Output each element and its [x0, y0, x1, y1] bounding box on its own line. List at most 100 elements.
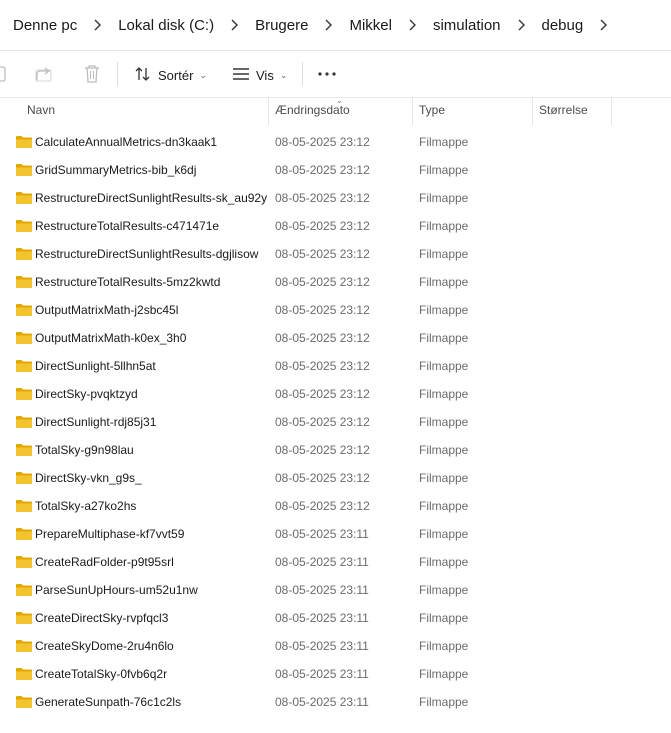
view-icon: [232, 67, 250, 84]
chevron-right-icon[interactable]: [591, 19, 616, 31]
folder-icon: [15, 331, 33, 345]
file-type: Filmappe: [419, 415, 469, 429]
view-button[interactable]: Vis ⌄: [232, 61, 287, 89]
column-divider[interactable]: [532, 97, 533, 125]
file-row[interactable]: RestructureDirectSunlightResults-dgjliso…: [0, 240, 671, 268]
column-header-name[interactable]: Navn: [27, 103, 55, 117]
file-date: 08-05-2025 23:12: [275, 499, 370, 513]
sort-button[interactable]: Sortér ⌄: [134, 61, 207, 89]
file-date: 08-05-2025 23:11: [275, 667, 369, 681]
file-type: Filmappe: [419, 639, 469, 653]
file-type: Filmappe: [419, 611, 469, 625]
file-type: Filmappe: [419, 471, 469, 485]
file-row[interactable]: TotalSky-g9n98lau 08-05-2025 23:12 Filmapp…: [0, 436, 671, 464]
toolbar-divider: [302, 62, 303, 86]
file-row[interactable]: CreateSkyDome-2ru4n6lo 08-05-2025 23:11 Fi…: [0, 632, 671, 660]
chevron-right-icon[interactable]: [85, 19, 110, 31]
breadcrumb-local-disk[interactable]: Lokal disk (C:): [110, 17, 222, 34]
chevron-right-icon[interactable]: [316, 19, 341, 31]
file-name: OutputMatrixMath-j2sbc45l: [35, 303, 179, 317]
file-row[interactable]: GenerateSunpath-76c1c2ls 08-05-2025 23:11…: [0, 688, 671, 716]
command-bar: Sortér ⌄ Vis ⌄: [0, 51, 671, 98]
folder-icon: [15, 443, 33, 457]
file-type: Filmappe: [419, 527, 469, 541]
file-name: DirectSunlight-rdj85j31: [35, 415, 157, 429]
share-icon[interactable]: [34, 64, 54, 84]
folder-icon: [15, 247, 33, 261]
file-list: CalculateAnnualMetrics-dn3kaak1 08-05-202…: [0, 128, 671, 716]
file-name: CreateTotalSky-0fvb6q2r: [35, 667, 168, 681]
folder-icon: [15, 303, 33, 317]
breadcrumb-simulation[interactable]: simulation: [425, 17, 509, 34]
file-type: Filmappe: [419, 247, 469, 261]
folder-icon: [15, 583, 33, 597]
more-icon[interactable]: [317, 64, 337, 84]
chevron-right-icon[interactable]: [222, 19, 247, 31]
file-name: ParseSunUpHours-um52u1nw: [35, 583, 198, 597]
file-type: Filmappe: [419, 303, 469, 317]
file-date: 08-05-2025 23:12: [275, 415, 370, 429]
column-header-size[interactable]: Størrelse: [539, 103, 588, 117]
chevron-right-icon[interactable]: [400, 19, 425, 31]
breadcrumb-debug[interactable]: debug: [534, 17, 592, 34]
file-type: Filmappe: [419, 695, 469, 709]
file-type: Filmappe: [419, 219, 469, 233]
breadcrumb-users[interactable]: Brugere: [247, 17, 316, 34]
file-type: Filmappe: [419, 163, 469, 177]
file-name: RestructureDirectSunlightResults-dgjliso…: [35, 247, 259, 261]
file-row[interactable]: CreateTotalSky-0fvb6q2r 08-05-2025 23:11 F…: [0, 660, 671, 688]
file-row[interactable]: DirectSunlight-5llhn5at 08-05-2025 23:12 F…: [0, 352, 671, 380]
breadcrumb-this-pc[interactable]: Denne pc: [0, 17, 85, 34]
file-type: Filmappe: [419, 191, 469, 205]
file-row[interactable]: CreateRadFolder-p9t95srl 08-05-2025 23:11…: [0, 548, 671, 576]
file-name: TotalSky-g9n98lau: [35, 443, 134, 457]
file-name: CreateSkyDome-2ru4n6lo: [35, 639, 174, 653]
file-row[interactable]: OutputMatrixMath-k0ex_3h0 08-05-2025 23:1…: [0, 324, 671, 352]
copy-icon[interactable]: [0, 64, 10, 84]
file-name: RestructureTotalResults-5mz2kwtd: [35, 275, 221, 289]
file-row[interactable]: RestructureDirectSunlightResults-sk_au92…: [0, 184, 671, 212]
file-row[interactable]: DirectSky-vkn_g9s_ 08-05-2025 23:12 Filmap…: [0, 464, 671, 492]
file-name: RestructureDirectSunlightResults-sk_au92…: [35, 191, 268, 205]
chevron-right-icon[interactable]: [509, 19, 534, 31]
file-row[interactable]: ParseSunUpHours-um52u1nw 08-05-2025 23:11…: [0, 576, 671, 604]
file-type: Filmappe: [419, 275, 469, 289]
folder-icon: [15, 191, 33, 205]
file-row[interactable]: CalculateAnnualMetrics-dn3kaak1 08-05-202…: [0, 128, 671, 156]
file-type: Filmappe: [419, 667, 469, 681]
file-row[interactable]: TotalSky-a27ko2hs 08-05-2025 23:12 Filmapp…: [0, 492, 671, 520]
file-row[interactable]: GridSummaryMetrics-bib_k6dj 08-05-2025 23…: [0, 156, 671, 184]
breadcrumb-user[interactable]: Mikkel: [341, 17, 400, 34]
column-divider[interactable]: [412, 97, 413, 125]
file-date: 08-05-2025 23:12: [275, 247, 370, 261]
delete-icon[interactable]: [82, 64, 102, 84]
file-date: 08-05-2025 23:12: [275, 359, 370, 373]
column-header-type[interactable]: Type: [419, 103, 445, 117]
column-divider[interactable]: [268, 97, 269, 125]
chevron-down-icon: ⌄: [199, 69, 207, 80]
file-date: 08-05-2025 23:12: [275, 471, 370, 485]
folder-icon: [15, 527, 33, 541]
folder-icon: [15, 555, 33, 569]
column-header-date[interactable]: Ændringsdato: [275, 103, 350, 117]
file-date: 08-05-2025 23:11: [275, 527, 369, 541]
file-row[interactable]: DirectSky-pvqktzyd 08-05-2025 23:12 Filmap…: [0, 380, 671, 408]
file-type: Filmappe: [419, 443, 469, 457]
file-type: Filmappe: [419, 135, 469, 149]
folder-icon: [15, 695, 33, 709]
file-date: 08-05-2025 23:12: [275, 219, 370, 233]
file-name: CreateDirectSky-rvpfqcl3: [35, 611, 169, 625]
file-type: Filmappe: [419, 555, 469, 569]
file-date: 08-05-2025 23:12: [275, 387, 370, 401]
file-row[interactable]: DirectSunlight-rdj85j31 08-05-2025 23:12 F…: [0, 408, 671, 436]
file-type: Filmappe: [419, 387, 469, 401]
file-row[interactable]: CreateDirectSky-rvpfqcl3 08-05-2025 23:11…: [0, 604, 671, 632]
file-date: 08-05-2025 23:12: [275, 135, 370, 149]
file-row[interactable]: PrepareMultiphase-kf7vvt59 08-05-2025 23:…: [0, 520, 671, 548]
file-name: GridSummaryMetrics-bib_k6dj: [35, 163, 197, 177]
file-row[interactable]: RestructureTotalResults-5mz2kwtd 08-05-20…: [0, 268, 671, 296]
column-divider[interactable]: [611, 97, 612, 125]
file-row[interactable]: OutputMatrixMath-j2sbc45l 08-05-2025 23:1…: [0, 296, 671, 324]
sort-icon: [134, 66, 152, 85]
file-row[interactable]: RestructureTotalResults-c471471e 08-05-20…: [0, 212, 671, 240]
